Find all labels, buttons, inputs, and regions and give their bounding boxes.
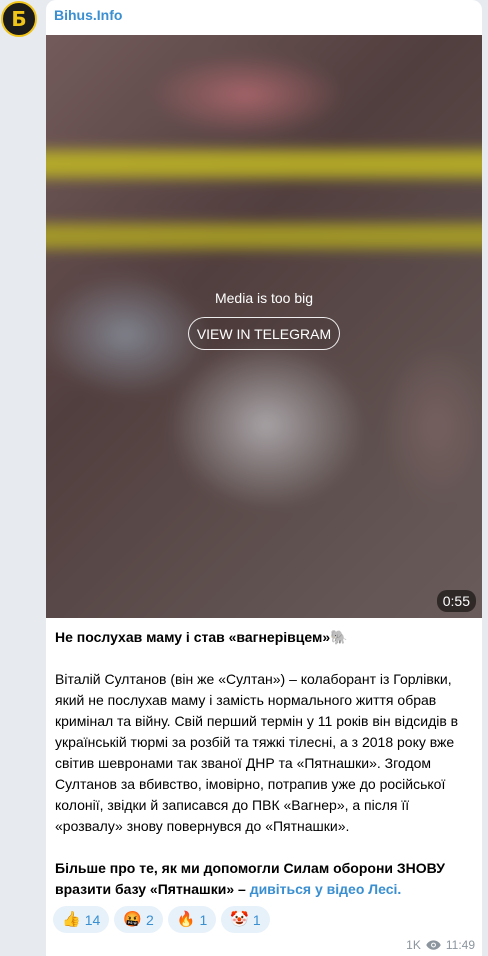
message-text: Не послухав маму і став «вагнерівцем»🐘 В… [55, 627, 471, 900]
video-link[interactable]: дивіться у відео Лесі. [250, 881, 402, 897]
media-too-big-notice: Media is too big [214, 290, 314, 306]
channel-name-link[interactable]: Bihus.Info [54, 7, 122, 23]
reaction-count: 1 [252, 911, 261, 928]
avatar-logo: Б [11, 7, 27, 31]
reactions-bar: 👍 14 🤬 2 🔥 1 🤡 1 [53, 906, 270, 933]
eye-icon [426, 940, 441, 950]
message-meta: 1K 11:49 [406, 938, 475, 952]
post-cta: Більше про те, як ми допомогли Силам обо… [55, 858, 471, 900]
reaction-count: 2 [145, 911, 154, 928]
message-time: 11:49 [445, 938, 475, 952]
reaction-count: 1 [199, 911, 208, 928]
video-duration-badge: 0:55 [436, 590, 476, 612]
clown-icon: 🤡 [230, 911, 249, 928]
angry-face-icon: 🤬 [123, 911, 142, 928]
view-count: 1K [406, 938, 421, 952]
message-card: Bihus.Info Media is too big VIEW IN TELE… [46, 0, 482, 956]
reaction-thumbs-up[interactable]: 👍 14 [53, 906, 110, 933]
reaction-count: 14 [84, 911, 101, 928]
view-in-telegram-button[interactable]: VIEW IN TELEGRAM [188, 317, 340, 350]
fire-icon: 🔥 [176, 911, 196, 928]
channel-avatar[interactable]: Б [1, 1, 37, 37]
thumbs-up-icon: 👍 [62, 911, 81, 928]
reaction-fire[interactable]: 🔥 1 [167, 906, 217, 933]
post-headline: Не послухав маму і став «вагнерівцем»🐘 [55, 629, 348, 645]
video-media[interactable]: Media is too big VIEW IN TELEGRAM 0:55 [46, 35, 482, 618]
post-body: Віталій Султанов (він же «Султан») – кол… [55, 671, 459, 834]
reaction-clown[interactable]: 🤡 1 [221, 906, 270, 933]
reaction-angry[interactable]: 🤬 2 [114, 906, 163, 933]
